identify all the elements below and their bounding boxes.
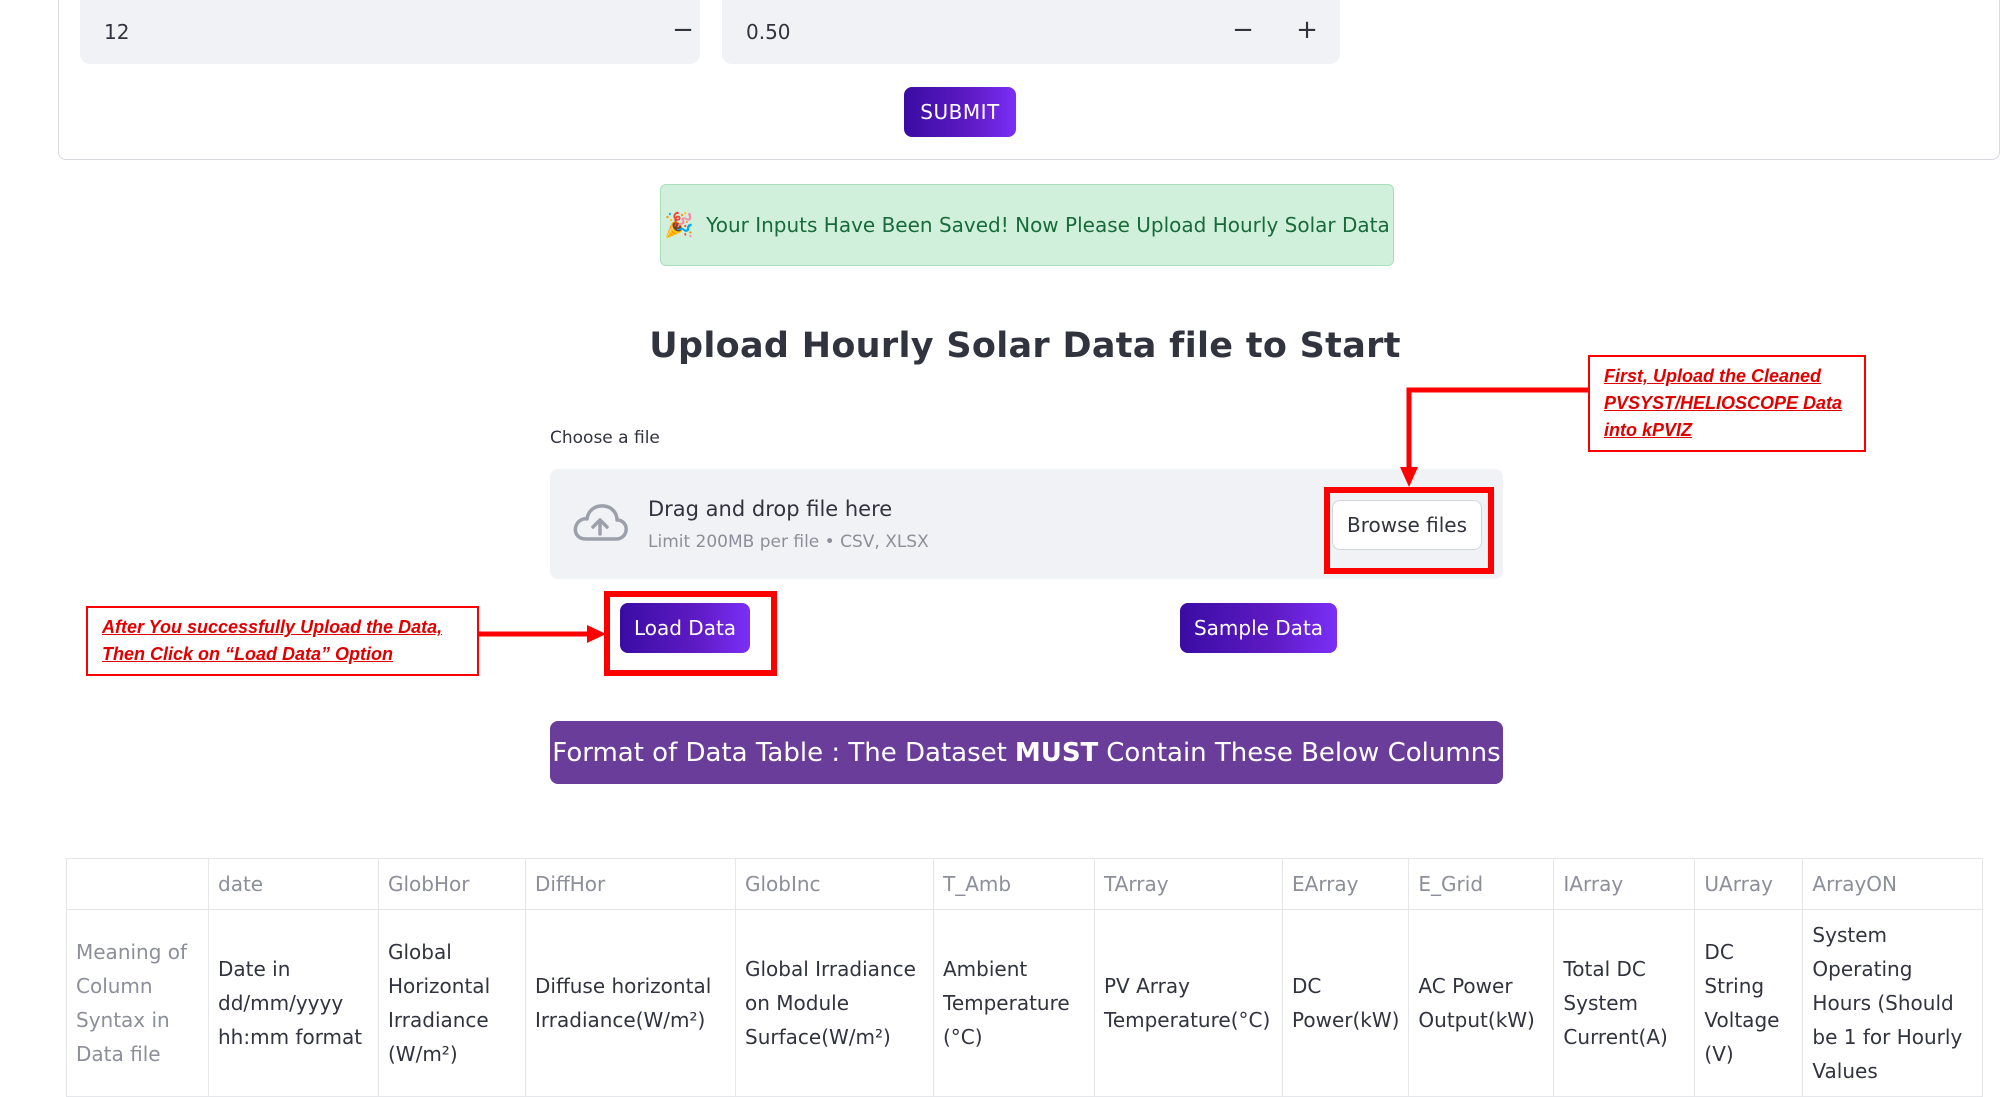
table-cell: Diffuse horizontal Irradiance(W/m²) xyxy=(525,909,736,1097)
format-banner-suffix: Contain These Below Columns xyxy=(1106,737,1501,768)
decrement-button[interactable]: − xyxy=(668,15,698,45)
table-cell: PV Array Temperature(°C) xyxy=(1094,909,1283,1097)
table-header-cell: ArrayON xyxy=(1802,858,1984,910)
load-note-line2: Then Click on “Load Data” Option xyxy=(102,644,394,664)
success-alert: 🎉 Your Inputs Have Been Saved! Now Pleas… xyxy=(660,184,1394,266)
browse-note-line1: First, Upload the Cleaned xyxy=(1604,366,1822,386)
table-header-cell: UArray xyxy=(1694,858,1804,910)
table-header-cell: T_Amb xyxy=(933,858,1095,910)
browse-arrow-line xyxy=(1406,387,1588,470)
format-banner-prefix: Format of Data Table : The Dataset xyxy=(552,737,1007,768)
table-header-row: date GlobHor DiffHor GlobInc T_Amb TArra… xyxy=(66,858,1984,910)
load-annotation-note: After You successfully Upload the Data, … xyxy=(86,606,479,676)
number-input-b[interactable]: 0.50 − + xyxy=(722,0,1340,64)
table-cell: AC Power Output(kW) xyxy=(1408,909,1555,1097)
party-popper-icon: 🎉 xyxy=(664,211,695,239)
table-header-cell xyxy=(66,858,209,910)
format-banner-emphasis: MUST xyxy=(1014,737,1099,768)
dropzone-limit-text: Limit 200MB per file • CSV, XLSX xyxy=(648,532,929,552)
table-cell: DC String Voltage (V) xyxy=(1694,909,1804,1097)
cloud-upload-icon xyxy=(573,504,628,541)
table-header-cell: DiffHor xyxy=(525,858,736,910)
table-header-cell: GlobHor xyxy=(378,858,526,910)
table-cell: Date in dd/mm/yyyy hh:mm format xyxy=(208,909,379,1097)
browse-note-line3: into kPVIZ xyxy=(1604,420,1693,440)
table-cell: Global Irradiance on Module Surface(W/m²… xyxy=(735,909,934,1097)
browse-highlight-box xyxy=(1324,487,1494,574)
table-header-cell: TArray xyxy=(1094,858,1283,910)
decrement-button[interactable]: − xyxy=(1228,15,1258,45)
browse-annotation-note: First, Upload the Cleaned PVSYST/HELIOSC… xyxy=(1588,355,1866,452)
file-uploader-label: Choose a file xyxy=(550,428,660,448)
number-input-a[interactable]: 12 − + xyxy=(80,0,758,64)
increment-button[interactable]: + xyxy=(1292,15,1322,45)
submit-button[interactable]: SUBMIT xyxy=(904,87,1016,137)
table-header-cell: EArray xyxy=(1281,858,1410,910)
number-input-a-value[interactable]: 12 xyxy=(104,20,129,44)
table-header-cell: IArray xyxy=(1553,858,1696,910)
table-header-cell: GlobInc xyxy=(735,858,934,910)
table-cell: DC Power(kW) xyxy=(1281,909,1410,1097)
table-row-label: Meaning of Column Syntax in Data file xyxy=(66,909,209,1097)
dropzone-title: Drag and drop file here xyxy=(648,497,893,521)
table-cell: Global Horizontal Irradiance (W/m²) xyxy=(378,909,526,1097)
table-header-cell: date xyxy=(208,858,379,910)
load-note-line1: After You successfully Upload the Data, xyxy=(102,617,443,637)
columns-table: date GlobHor DiffHor GlobInc T_Amb TArra… xyxy=(66,858,1984,1097)
format-banner: Format of Data Table : The Dataset MUST … xyxy=(550,721,1503,784)
table-row: Meaning of Column Syntax in Data file Da… xyxy=(66,909,1984,1097)
browse-note-line2: PVSYST/HELIOSCOPE Data xyxy=(1604,393,1843,413)
table-header-cell: E_Grid xyxy=(1408,858,1555,910)
success-alert-text: Your Inputs Have Been Saved! Now Please … xyxy=(706,213,1390,237)
sample-data-button[interactable]: Sample Data xyxy=(1180,603,1337,653)
table-cell: Total DC System Current(A) xyxy=(1553,909,1696,1097)
load-highlight-box xyxy=(604,591,777,676)
table-cell: Ambient Temperature (°C) xyxy=(933,909,1095,1097)
number-input-b-value[interactable]: 0.50 xyxy=(746,20,791,44)
table-cell: System Operating Hours (Should be 1 for … xyxy=(1802,909,1984,1097)
